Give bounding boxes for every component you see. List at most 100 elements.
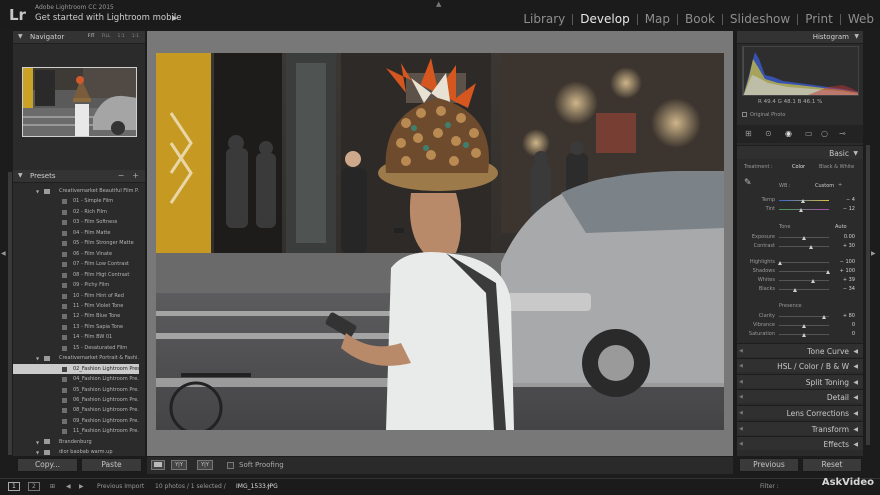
previous-import-source[interactable]: Previous Import	[97, 483, 144, 490]
module-book[interactable]: Book	[685, 12, 715, 26]
tone-auto-button[interactable]: Auto	[835, 224, 847, 230]
expand-triangle-icon[interactable]: ◀	[853, 379, 858, 386]
expand-triangle-icon[interactable]: ◀	[853, 441, 858, 448]
navigator-zoom-option[interactable]: FILL	[102, 34, 111, 39]
collapse-right-panel-icon[interactable]: ▶	[871, 250, 876, 257]
play-arrow-icon[interactable]: ▶	[172, 14, 177, 22]
tone-curve-header[interactable]: ◀ Tone Curve ◀	[737, 343, 863, 357]
split-toning-header[interactable]: ◀ Split Toning ◀	[737, 374, 863, 388]
preset-item[interactable]: 06 - Film Vinate	[13, 249, 139, 260]
navigator-preview[interactable]	[22, 67, 137, 137]
tint-slider-knob[interactable]	[798, 208, 803, 212]
collapse-triangle-icon[interactable]: ▼	[854, 33, 859, 40]
wb-value[interactable]: Custom	[815, 183, 834, 189]
preset-item[interactable]: 11 - Film Violet Tone	[13, 301, 139, 312]
collapse-top-panel-icon[interactable]: ▲	[436, 0, 441, 8]
module-slideshow[interactable]: Slideshow	[730, 12, 790, 26]
forward-arrow-icon[interactable]: ▶	[79, 483, 84, 490]
preset-item[interactable]: 10 - Film Hint of Red	[13, 291, 139, 302]
blacks-slider-knob[interactable]	[793, 288, 797, 292]
blacks-value[interactable]: − 34	[831, 286, 855, 292]
remove-preset-icon[interactable]: −	[118, 171, 125, 180]
preset-item[interactable]: 14 - Film BW 01	[13, 332, 139, 343]
navigator-zoom-option[interactable]: FIT	[88, 34, 95, 39]
preset-item[interactable]: 03 - Film Softness	[13, 217, 139, 228]
module-web[interactable]: Web	[848, 12, 874, 26]
preset-item[interactable]: 01 - Simple Film	[13, 196, 139, 207]
folder-triangle-icon[interactable]: ▼	[36, 189, 39, 194]
preset-item[interactable]: 04 - Film Matte	[13, 228, 139, 239]
highlights-slider-knob[interactable]	[777, 261, 782, 265]
monitor-1-button[interactable]: 1	[8, 482, 20, 491]
radial-filter-icon[interactable]: ○	[821, 129, 828, 138]
preset-item[interactable]: 15 - Desaturated Film	[13, 343, 139, 354]
shadows-slider-knob[interactable]	[825, 270, 830, 274]
preset-item[interactable]: 12 - Film Blue Tone	[13, 311, 139, 322]
preset-item[interactable]: 05_Fashion Lightroom Pre...	[13, 385, 139, 396]
adjustment-brush-icon[interactable]: ⊸	[839, 129, 846, 138]
back-arrow-icon[interactable]: ◀	[66, 483, 71, 490]
current-filename[interactable]: IMG_1533.JPG	[236, 483, 278, 490]
expand-triangle-icon[interactable]: ◀	[853, 394, 858, 401]
collapse-triangle-icon[interactable]: ▼	[18, 33, 23, 40]
exposure-slider-knob[interactable]	[801, 236, 806, 240]
identity-plate-subtitle[interactable]: Get started with Lightroom mobile	[35, 13, 181, 23]
preset-folder[interactable]: ▼ Creativemarket Beautiful Film P...	[13, 186, 139, 197]
preset-folder[interactable]: ▼ dior baobab warm.up	[13, 447, 139, 458]
spot-removal-icon[interactable]: ⊙	[765, 129, 772, 138]
module-develop[interactable]: Develop	[580, 12, 629, 26]
histogram[interactable]	[742, 46, 859, 96]
preset-item[interactable]: 08 - Film Higt Contrast	[13, 270, 139, 281]
preset-item[interactable]: 09 - Pichy Film	[13, 280, 139, 291]
expand-triangle-icon[interactable]: ◀	[853, 410, 858, 417]
preset-item[interactable]: 02 - Rich Film	[13, 207, 139, 218]
saturation-slider-knob[interactable]	[801, 333, 806, 337]
temp-slider-knob[interactable]	[801, 199, 805, 203]
clarity-slider-knob[interactable]	[821, 315, 826, 319]
preset-item[interactable]: 02_Fashion Lightroom Preset	[13, 363, 139, 375]
highlights-value[interactable]: − 100	[831, 259, 855, 265]
shadows-slider-track[interactable]	[779, 271, 829, 272]
before-after-view-icon[interactable]: Y|Y	[171, 460, 187, 470]
add-preset-icon[interactable]: +	[132, 171, 139, 180]
basic-header[interactable]: Basic ▼	[737, 145, 863, 159]
whites-value[interactable]: + 39	[831, 277, 855, 283]
preset-folder[interactable]: ▼ Brandenburg	[13, 437, 139, 448]
preset-item[interactable]: 07 - Film Low Contrast	[13, 259, 139, 270]
highlights-slider-track[interactable]	[779, 262, 829, 263]
preset-item[interactable]: 06_Fashion Lightroom Pre...	[13, 395, 139, 406]
module-map[interactable]: Map	[645, 12, 670, 26]
preset-item[interactable]: 05 - Film Stronger Matte	[13, 238, 139, 249]
whites-slider-knob[interactable]	[811, 279, 815, 283]
module-library[interactable]: Library	[523, 12, 565, 26]
folder-triangle-icon[interactable]: ▼	[36, 450, 39, 455]
expand-triangle-icon[interactable]: ◀	[853, 426, 858, 433]
white-balance-selector-icon[interactable]: ✎	[744, 178, 752, 188]
preset-item[interactable]: 08_Fashion Lightroom Pre...	[13, 405, 139, 416]
clarity-value[interactable]: + 80	[831, 313, 855, 319]
presets-header[interactable]: ▼ Presets − +	[13, 170, 145, 183]
shadows-value[interactable]: + 100	[831, 268, 855, 274]
red-eye-icon[interactable]: ◉	[785, 129, 792, 138]
contrast-slider-knob[interactable]	[809, 245, 813, 249]
contrast-slider-track[interactable]	[779, 246, 829, 247]
expand-triangle-icon[interactable]: ◀	[853, 348, 858, 355]
preset-item[interactable]: 04_Fashion Lightroom Pre...	[13, 374, 139, 385]
monitor-2-button[interactable]: 2	[28, 482, 40, 491]
reset-button[interactable]: Reset	[802, 458, 862, 472]
effects-header[interactable]: ◀ Effects ◀	[737, 436, 863, 450]
whites-slider-track[interactable]	[779, 280, 829, 281]
detail-header[interactable]: ◀ Detail ◀	[737, 389, 863, 403]
navigator-zoom-option[interactable]: 1:1	[118, 34, 125, 39]
wb-dropdown-icon[interactable]: ÷	[838, 182, 842, 188]
saturation-value[interactable]: 0	[831, 331, 855, 337]
original-photo-checkbox[interactable]	[742, 112, 747, 117]
lens-corrections-header[interactable]: ◀ Lens Corrections ◀	[737, 405, 863, 419]
vibrance-value[interactable]: 0	[831, 322, 855, 328]
temp-value[interactable]: − 4	[831, 197, 855, 203]
paste-settings-button[interactable]: Paste	[81, 458, 142, 472]
blacks-slider-track[interactable]	[779, 289, 829, 290]
navigator-header[interactable]: ▼ Navigator FIT FILL 1:1 1:1	[13, 31, 145, 44]
preset-item[interactable]: 11_Fashion Lightroom Pre...	[13, 426, 139, 437]
transform-header[interactable]: ◀ Transform ◀	[737, 421, 863, 435]
